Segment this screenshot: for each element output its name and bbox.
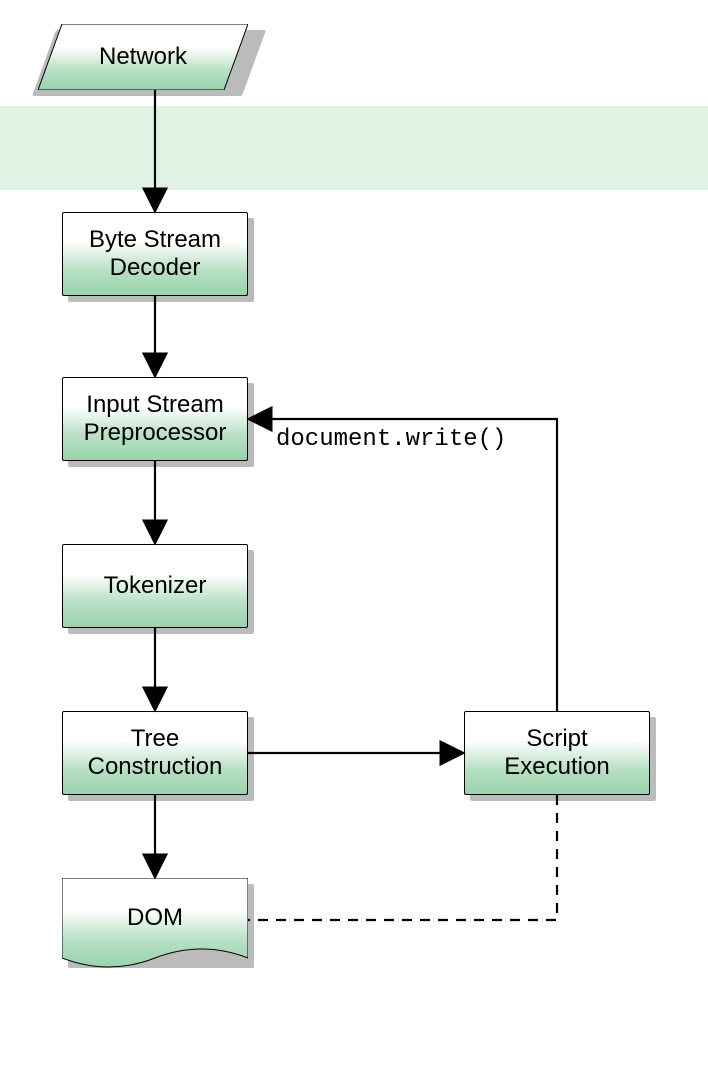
node-preproc: Input StreamPreprocessor xyxy=(62,377,248,461)
node-dom: DOM xyxy=(62,878,248,974)
label-tree: TreeConstruction xyxy=(88,725,223,782)
node-decoder: Byte StreamDecoder xyxy=(62,212,248,296)
node-network: Network xyxy=(38,24,248,90)
node-tree: TreeConstruction xyxy=(62,711,248,795)
label-network: Network xyxy=(99,43,187,71)
label-preproc: Input StreamPreprocessor xyxy=(84,391,227,448)
label-tokenizer: Tokenizer xyxy=(104,572,207,600)
edge-label-docwrite: document.write() xyxy=(276,426,506,453)
label-dom: DOM xyxy=(127,904,183,932)
label-decoder: Byte StreamDecoder xyxy=(89,226,221,283)
node-script: ScriptExecution xyxy=(464,711,650,795)
node-tokenizer: Tokenizer xyxy=(62,544,248,628)
label-script: ScriptExecution xyxy=(504,725,609,782)
background-band xyxy=(0,106,708,190)
